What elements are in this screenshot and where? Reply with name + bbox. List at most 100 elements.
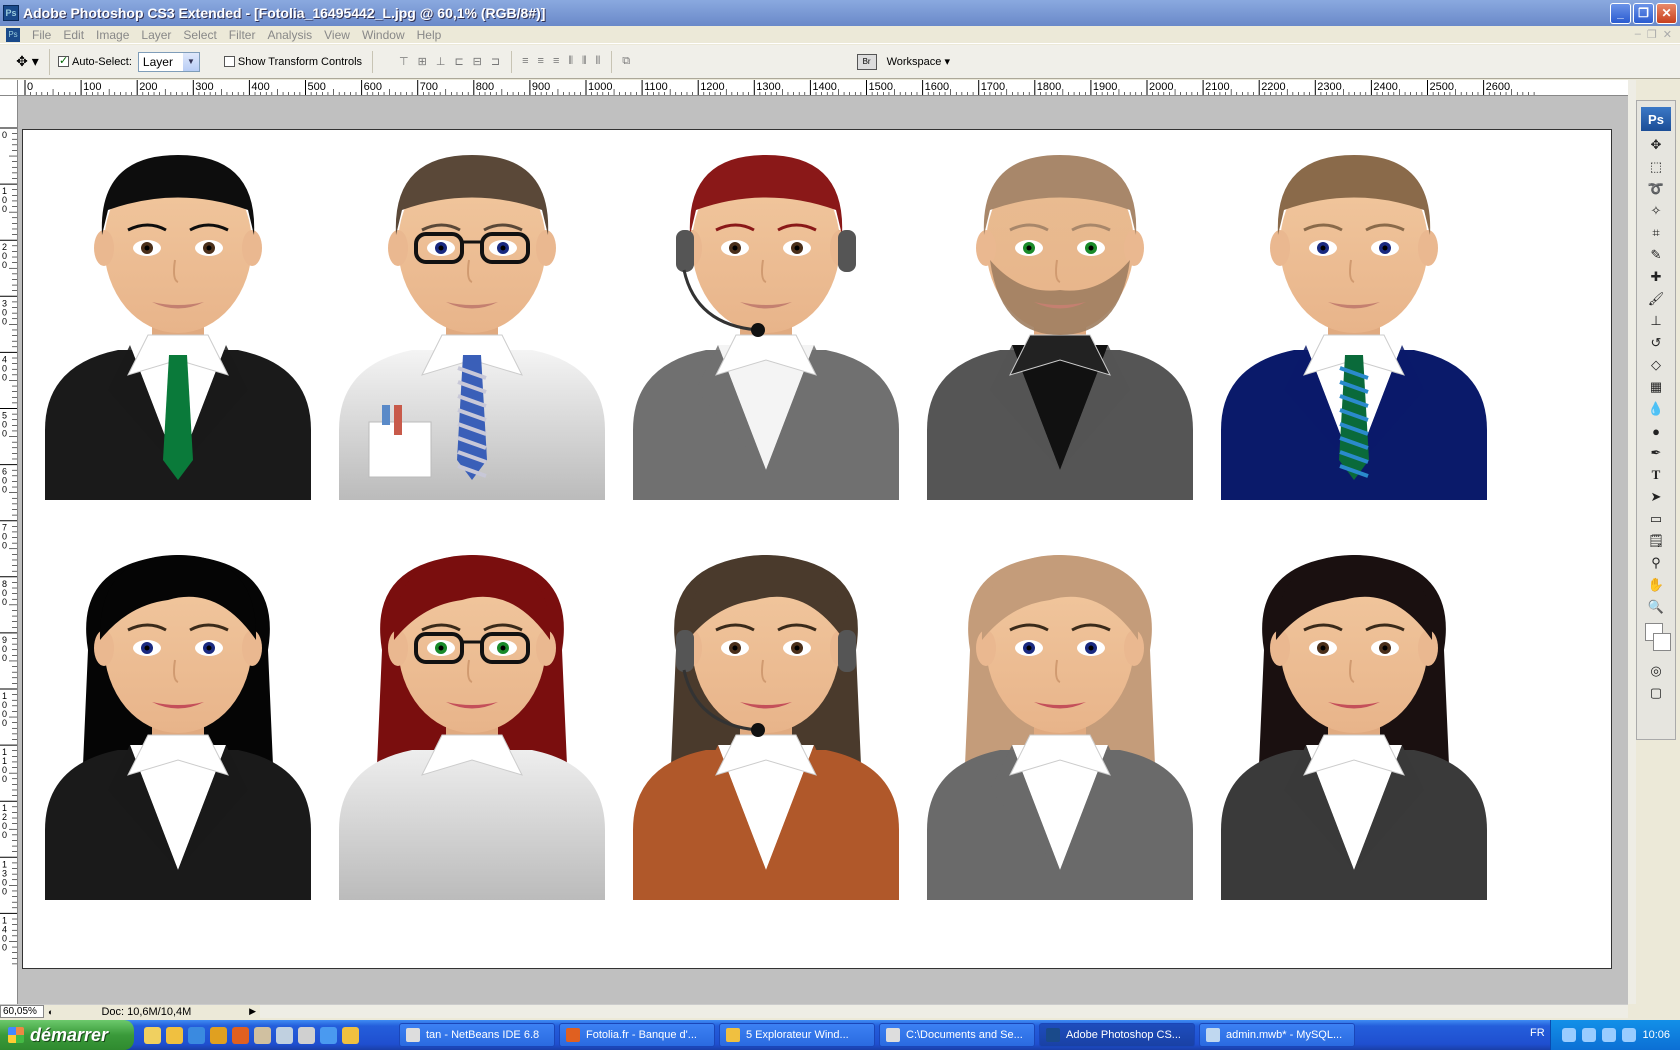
align-left-icon[interactable]: ⊏ — [454, 55, 464, 68]
tray-icon[interactable] — [1602, 1028, 1617, 1042]
distribute-hcenter-icon[interactable]: ⫴ — [582, 55, 588, 68]
distribute-top-icon[interactable]: ≡ — [522, 55, 529, 68]
align-bottom-icon[interactable]: ⊥ — [436, 55, 447, 68]
brush-tool[interactable]: 🖌 — [1644, 289, 1668, 309]
lasso-tool[interactable]: ➰ — [1644, 179, 1668, 199]
document-canvas[interactable] — [22, 129, 1612, 969]
layer-select[interactable]: Layer ▼ — [137, 51, 200, 72]
distribute-right-icon[interactable]: ⫴ — [596, 55, 602, 68]
type-tool[interactable]: T — [1644, 465, 1668, 485]
doc-minimize-icon[interactable]: – — [1635, 28, 1641, 41]
volume-icon[interactable] — [1622, 1028, 1637, 1042]
menu-image[interactable]: Image — [90, 28, 135, 42]
language-indicator[interactable]: FR — [1530, 1027, 1545, 1039]
horizontal-ruler[interactable]: 0 100 200 300 400 500 600 700 800 900 1000 1100 1200… — [18, 80, 1628, 96]
ie-icon[interactable] — [188, 1026, 205, 1044]
eraser-tool[interactable]: ◇ — [1644, 355, 1668, 375]
ie-icon[interactable] — [320, 1026, 337, 1044]
workspace-menu[interactable]: Workspace ▾ — [887, 55, 950, 68]
explorer-icon[interactable] — [144, 1026, 161, 1044]
path-select-tool[interactable]: ➤ — [1644, 487, 1668, 507]
task-photoshop[interactable]: Adobe Photoshop CS... — [1039, 1023, 1195, 1047]
magic-wand-tool[interactable]: ✧ — [1644, 201, 1668, 221]
history-brush-tool[interactable]: ↺ — [1644, 333, 1668, 353]
doc-restore-icon[interactable]: ❐ — [1647, 28, 1657, 41]
menu-select[interactable]: Select — [177, 28, 222, 42]
zoom-tool[interactable]: 🔍 — [1644, 597, 1668, 617]
ruler-origin[interactable] — [0, 80, 18, 96]
task-netbeans[interactable]: tan - NetBeans IDE 6.8 — [399, 1023, 555, 1047]
auto-select-checkbox[interactable] — [58, 54, 69, 67]
users-icon[interactable] — [254, 1026, 271, 1044]
slice-tool[interactable]: ✎ — [1644, 245, 1668, 265]
minimize-button[interactable]: _ — [1610, 2, 1631, 24]
folder-icon[interactable] — [342, 1026, 359, 1044]
show-transform-checkbox[interactable] — [223, 56, 235, 67]
photoshop-app-icon[interactable]: Ps — [3, 5, 19, 21]
background-color-swatch[interactable] — [1653, 633, 1671, 651]
restore-button[interactable]: ❐ — [1633, 2, 1654, 24]
menu-edit[interactable]: Edit — [57, 28, 90, 42]
chrome-icon[interactable] — [210, 1026, 227, 1044]
menu-window[interactable]: Window — [356, 28, 411, 42]
app-icon[interactable] — [276, 1026, 293, 1044]
ruler-label: 0 — [2, 204, 7, 214]
move-tool-preset[interactable]: ✥ ▾ — [6, 48, 50, 75]
move-tool[interactable]: ✥ — [1644, 135, 1668, 155]
bridge-button[interactable]: Br — [856, 53, 877, 70]
vertical-ruler[interactable]: 0100200300400500600700800900100011001200… — [0, 96, 18, 1004]
task-documents[interactable]: C:\Documents and Se... — [879, 1023, 1035, 1047]
menu-help[interactable]: Help — [411, 28, 448, 42]
blur-tool[interactable]: 💧 — [1644, 399, 1668, 419]
notes-tool[interactable]: 🗒 — [1644, 531, 1668, 551]
color-swatches[interactable] — [1644, 619, 1671, 659]
doc-close-icon[interactable]: ✕ — [1663, 28, 1672, 41]
task-firefox[interactable]: Fotolia.fr - Banque d'... — [559, 1023, 715, 1047]
task-mysql[interactable]: admin.mwb* - MySQL... — [1199, 1023, 1355, 1047]
stamp-tool[interactable]: ⊥ — [1644, 311, 1668, 331]
document-icon[interactable]: Ps — [6, 27, 20, 42]
distribute-left-icon[interactable]: ⫴ — [568, 55, 574, 68]
align-vcenter-icon[interactable]: ⊞ — [418, 55, 428, 68]
align-hcenter-icon[interactable]: ⊟ — [473, 55, 483, 68]
quick-mask-button[interactable]: ◎ — [1644, 661, 1668, 681]
app-icon[interactable] — [298, 1026, 315, 1044]
hand-tool[interactable]: ✋ — [1644, 575, 1668, 595]
firefox-icon — [566, 1028, 580, 1042]
horizontal-scrollbar[interactable] — [260, 1004, 1628, 1018]
menu-filter[interactable]: Filter — [223, 28, 262, 42]
title-bar[interactable]: Ps Adobe Photoshop CS3 Extended - [Fotol… — [0, 0, 1680, 26]
close-button[interactable]: ✕ — [1656, 2, 1677, 24]
status-menu-arrow-icon[interactable]: ▶ — [249, 1006, 256, 1017]
canvas-workarea[interactable] — [18, 96, 1628, 1004]
align-top-icon[interactable]: ⊤ — [399, 55, 410, 68]
screen-mode-button[interactable]: ▢ — [1644, 683, 1668, 703]
start-button[interactable]: démarrer — [0, 1020, 134, 1050]
healing-tool[interactable]: ✚ — [1644, 267, 1668, 287]
shape-tool[interactable]: ▭ — [1644, 509, 1668, 529]
task-label: Adobe Photoshop CS... — [1066, 1029, 1181, 1041]
menu-analysis[interactable]: Analysis — [261, 28, 318, 42]
marquee-tool[interactable]: ⬚ — [1644, 157, 1668, 177]
menu-view[interactable]: View — [318, 28, 356, 42]
zoom-level-field[interactable]: 60,05% — [0, 1005, 44, 1018]
eyedropper-tool[interactable]: ⚲ — [1644, 553, 1668, 573]
folder-icon[interactable] — [166, 1026, 183, 1044]
firefox-icon[interactable] — [232, 1026, 249, 1044]
distribute-bottom-icon[interactable]: ≡ — [553, 55, 560, 68]
crop-tool[interactable]: ⌗ — [1644, 223, 1668, 243]
tray-icon[interactable] — [1582, 1028, 1597, 1042]
vertical-scrollbar[interactable] — [1628, 80, 1636, 1004]
menu-file[interactable]: File — [26, 28, 57, 42]
clock[interactable]: 10:06 — [1642, 1029, 1670, 1041]
gradient-tool[interactable]: ▦ — [1644, 377, 1668, 397]
auto-align-icon[interactable]: ⧉ — [622, 55, 630, 68]
task-explorer[interactable]: 5 Explorateur Wind... — [719, 1023, 875, 1047]
tray-icon[interactable] — [1562, 1028, 1577, 1042]
distribute-vcenter-icon[interactable]: ≡ — [538, 55, 545, 68]
align-right-icon[interactable]: ⊐ — [491, 55, 501, 68]
menu-layer[interactable]: Layer — [135, 28, 177, 42]
pen-tool[interactable]: ✒ — [1644, 443, 1668, 463]
dodge-tool[interactable]: ● — [1644, 421, 1668, 441]
status-icon[interactable]: ◐ — [48, 1007, 53, 1017]
